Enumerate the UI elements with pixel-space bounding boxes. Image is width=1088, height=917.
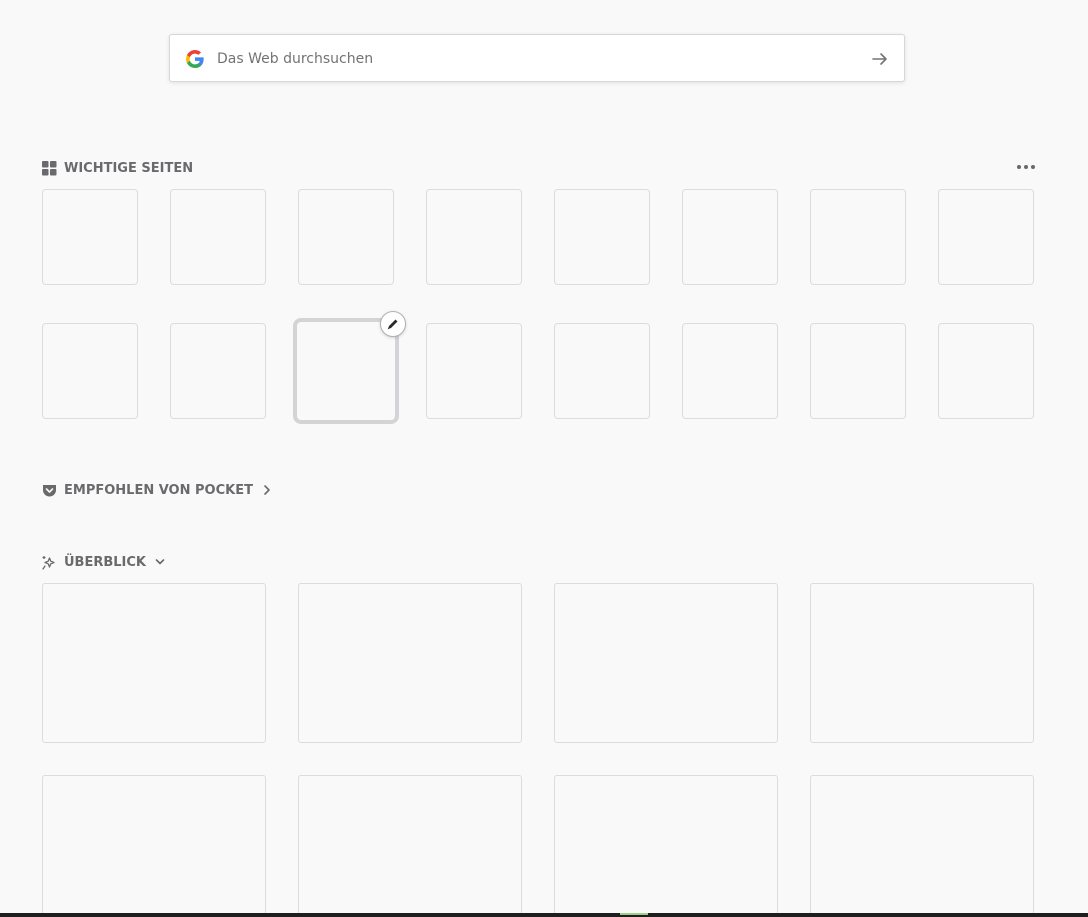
status-indicator <box>620 913 648 915</box>
top-sites-heading: WICHTIGE SEITEN <box>42 159 193 177</box>
highlight-card[interactable] <box>42 775 266 917</box>
top-site-tile[interactable] <box>170 323 266 419</box>
top-site-tile[interactable] <box>426 189 522 285</box>
top-site-tile[interactable] <box>938 323 1034 419</box>
top-site-tile[interactable] <box>938 189 1034 285</box>
sparkle-icon <box>42 555 55 570</box>
google-g-icon <box>186 50 204 68</box>
highlight-card[interactable] <box>810 583 1034 743</box>
top-site-tile[interactable] <box>810 189 906 285</box>
highlight-card[interactable] <box>554 775 778 917</box>
highlight-card[interactable] <box>298 775 522 917</box>
top-site-tile[interactable] <box>554 189 650 285</box>
top-site-tile[interactable] <box>42 189 138 285</box>
highlights-heading[interactable]: ÜBERBLICK <box>42 553 166 571</box>
chevron-down-icon[interactable] <box>154 556 166 568</box>
arrow-right-icon[interactable] <box>870 49 890 69</box>
top-site-tile-hovered[interactable] <box>293 318 399 424</box>
top-site-tile[interactable] <box>42 323 138 419</box>
search-bar[interactable]: Das Web durchsuchen <box>169 34 905 82</box>
top-site-tile[interactable] <box>682 323 778 419</box>
pocket-icon <box>43 484 56 496</box>
pocket-title[interactable]: EMPFOHLEN VON POCKET <box>64 483 253 498</box>
top-site-tile[interactable] <box>298 189 394 285</box>
top-site-tile[interactable] <box>426 323 522 419</box>
edit-top-site-button[interactable] <box>380 311 406 337</box>
highlight-card[interactable] <box>554 583 778 743</box>
window-bottom-border <box>0 913 1088 917</box>
chevron-right-icon[interactable] <box>261 484 273 496</box>
top-site-tile[interactable] <box>810 323 906 419</box>
grid-icon <box>42 160 57 175</box>
top-site-tile[interactable] <box>170 189 266 285</box>
search-input[interactable]: Das Web durchsuchen <box>217 50 373 68</box>
top-site-tile[interactable] <box>554 323 650 419</box>
highlight-card[interactable] <box>42 583 266 743</box>
highlight-card[interactable] <box>810 775 1034 917</box>
top-sites-title: WICHTIGE SEITEN <box>64 160 194 176</box>
more-horizontal-icon[interactable] <box>1015 158 1037 176</box>
top-site-tile[interactable] <box>682 189 778 285</box>
highlights-title[interactable]: ÜBERBLICK <box>64 555 146 570</box>
pocket-heading[interactable]: EMPFOHLEN VON POCKET <box>42 481 273 499</box>
pencil-icon <box>387 319 398 330</box>
new-tab-page: Das Web durchsuchen WICHTIGE SEITEN EMPF… <box>0 0 1088 917</box>
highlight-card[interactable] <box>298 583 522 743</box>
